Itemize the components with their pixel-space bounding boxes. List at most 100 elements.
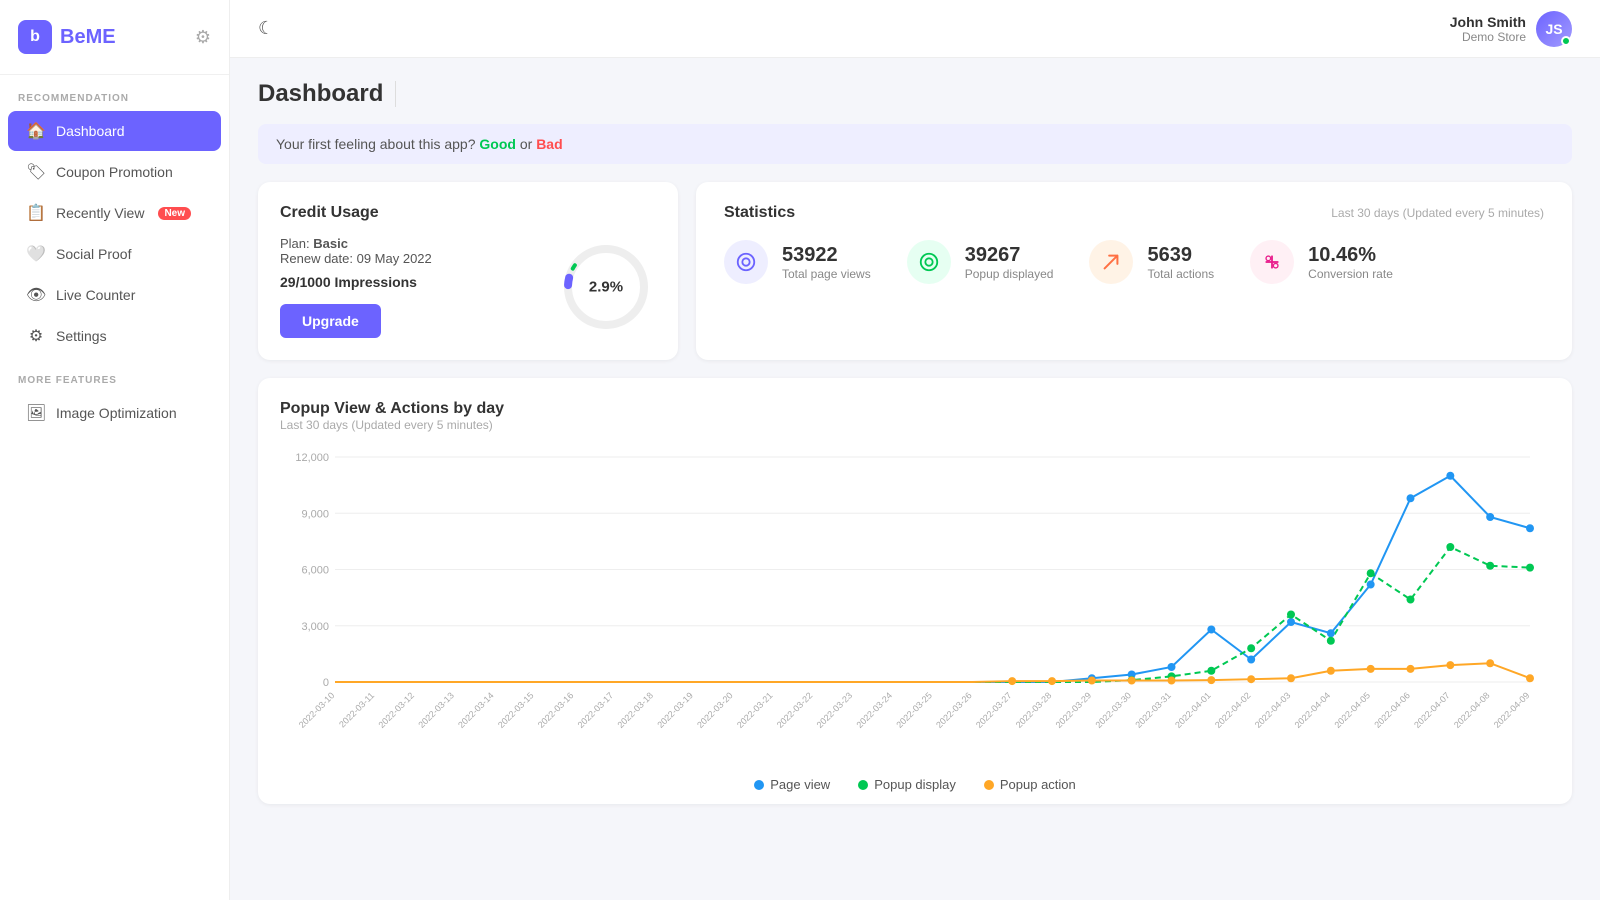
sidebar-item-label-social: Social Proof	[56, 246, 131, 262]
sidebar-item-image-opt[interactable]: 🖼Image Optimization	[8, 393, 221, 433]
sidebar-section-label: RECOMMENDATION	[0, 75, 229, 110]
svg-text:2022-03-31: 2022-03-31	[1133, 690, 1173, 730]
stats-items: 53922Total page views 39267Popup displaye…	[724, 240, 1544, 284]
legend-item-popup-action: Popup action	[984, 777, 1076, 792]
chart-legend: Page view Popup display Popup action	[280, 777, 1550, 792]
feedback-good-link[interactable]: Good	[479, 136, 516, 152]
credit-renew: Renew date: 09 May 2022	[280, 251, 540, 266]
credit-info: Plan: Basic Renew date: 09 May 2022 29/1…	[280, 236, 540, 338]
svg-text:2022-04-03: 2022-04-03	[1253, 690, 1293, 730]
stat-icon-1	[907, 240, 951, 284]
settings-icon: ⚙	[26, 326, 46, 346]
svg-text:2022-03-13: 2022-03-13	[416, 690, 456, 730]
dashboard-icon: 🏠	[26, 121, 46, 141]
legend-dot	[858, 780, 868, 790]
sidebar-item-label-recently: Recently View	[56, 205, 144, 221]
svg-text:2022-04-06: 2022-04-06	[1372, 690, 1412, 730]
svg-text:2022-03-16: 2022-03-16	[536, 690, 576, 730]
sidebar-item-settings[interactable]: ⚙ Settings	[8, 316, 221, 356]
svg-text:2022-03-23: 2022-03-23	[815, 690, 855, 730]
online-dot	[1561, 36, 1571, 46]
stat-info-1: 39267Popup displayed	[965, 244, 1054, 281]
legend-label: Popup action	[1000, 777, 1076, 792]
svg-text:2022-03-24: 2022-03-24	[854, 690, 894, 730]
stat-value-0: 53922	[782, 244, 871, 267]
donut-label: 2.9%	[589, 279, 623, 296]
stats-card: Statistics Last 30 days (Updated every 5…	[696, 182, 1572, 360]
feedback-banner: Your first feeling about this app? Good …	[258, 124, 1572, 164]
sidebar: b BeME ⚙ RECOMMENDATION 🏠 Dashboard 🏷Coupon…	[0, 0, 230, 900]
social-icon: 🤍	[26, 244, 46, 264]
sidebar-logo: b BeME ⚙	[0, 0, 229, 75]
coupon-icon: 🏷	[26, 162, 46, 182]
svg-text:2022-03-22: 2022-03-22	[775, 690, 815, 730]
logo-text: BeME	[60, 26, 116, 49]
svg-text:2022-04-09: 2022-04-09	[1492, 690, 1532, 730]
sidebar-item-dashboard[interactable]: 🏠 Dashboard	[8, 111, 221, 151]
gear-icon[interactable]: ⚙	[195, 27, 211, 48]
donut-chart: 2.9%	[556, 237, 656, 337]
svg-text:2022-03-28: 2022-03-28	[1014, 690, 1054, 730]
svg-text:2022-03-12: 2022-03-12	[376, 690, 416, 730]
stat-icon-3	[1250, 240, 1294, 284]
sidebar-item-label-dashboard: Dashboard	[56, 123, 125, 139]
upgrade-button[interactable]: Upgrade	[280, 304, 381, 338]
chart-svg: 03,0006,0009,00012,0002022-03-102022-03-…	[280, 442, 1550, 762]
user-store: Demo Store	[1450, 30, 1526, 44]
sidebar-item-label-settings: Settings	[56, 328, 107, 344]
sidebar-section-label: MORE FEATURES	[0, 357, 229, 392]
sidebar-item-recently[interactable]: 📋Recently ViewNew	[8, 193, 221, 233]
svg-text:2022-03-11: 2022-03-11	[337, 690, 376, 729]
stat-info-2: 5639Total actions	[1147, 244, 1214, 281]
user-info: John Smith Demo Store JS	[1450, 11, 1572, 47]
svg-text:12,000: 12,000	[295, 452, 329, 464]
stat-label-1: Popup displayed	[965, 267, 1054, 281]
credit-impressions: 29/1000 Impressions	[280, 274, 540, 290]
svg-text:2022-03-20: 2022-03-20	[695, 690, 735, 730]
logo-icon: b	[18, 20, 52, 54]
new-badge: New	[158, 207, 191, 220]
legend-label: Popup display	[874, 777, 956, 792]
stat-item-3: 10.46%Conversion rate	[1250, 240, 1393, 284]
svg-text:2022-03-18: 2022-03-18	[615, 690, 655, 730]
main-area: ☾ John Smith Demo Store JS Dashboard You…	[230, 0, 1600, 900]
svg-text:2022-03-17: 2022-03-17	[576, 690, 616, 730]
sidebar-item-live[interactable]: 👁 Live Counter	[8, 275, 221, 315]
legend-item-page-view: Page view	[754, 777, 830, 792]
svg-text:2022-04-01: 2022-04-01	[1173, 690, 1213, 730]
legend-dot	[754, 780, 764, 790]
feedback-or: or	[520, 136, 536, 152]
stat-item-0: 53922Total page views	[724, 240, 871, 284]
stat-item-1: 39267Popup displayed	[907, 240, 1054, 284]
svg-text:2022-03-10: 2022-03-10	[297, 690, 337, 730]
stat-item-2: 5639Total actions	[1089, 240, 1214, 284]
svg-text:2022-03-30: 2022-03-30	[1093, 690, 1133, 730]
sidebar-item-label-live: Live Counter	[56, 287, 135, 303]
stat-info-0: 53922Total page views	[782, 244, 871, 281]
svg-text:2022-04-07: 2022-04-07	[1412, 690, 1452, 730]
sidebar-item-coupon[interactable]: 🏷Coupon Promotion	[8, 152, 221, 192]
header-divider	[395, 81, 396, 107]
user-text: John Smith Demo Store	[1450, 14, 1526, 44]
sidebar-item-social[interactable]: 🤍 Social Proof	[8, 234, 221, 274]
svg-text:6,000: 6,000	[301, 565, 329, 577]
feedback-text: Your first feeling about this app?	[276, 136, 476, 152]
stat-value-3: 10.46%	[1308, 244, 1393, 267]
plan-name: Basic	[313, 236, 348, 251]
svg-text:2022-03-25: 2022-03-25	[894, 690, 934, 730]
svg-text:2022-04-05: 2022-04-05	[1332, 690, 1372, 730]
live-icon: 👁	[26, 285, 46, 305]
credit-card: Credit Usage Plan: Basic Renew date: 09 …	[258, 182, 678, 360]
feedback-bad-link[interactable]: Bad	[536, 136, 562, 152]
svg-text:0: 0	[323, 677, 329, 689]
credit-card-inner: Plan: Basic Renew date: 09 May 2022 29/1…	[280, 236, 656, 338]
svg-text:2022-04-08: 2022-04-08	[1452, 690, 1492, 730]
legend-dot	[984, 780, 994, 790]
svg-text:2022-04-02: 2022-04-02	[1213, 690, 1253, 730]
image-opt-icon: 🖼	[26, 403, 46, 423]
svg-text:2022-03-27: 2022-03-27	[974, 690, 1014, 730]
svg-text:2022-03-15: 2022-03-15	[496, 690, 536, 730]
theme-toggle[interactable]: ☾	[258, 18, 274, 39]
stat-info-3: 10.46%Conversion rate	[1308, 244, 1393, 281]
stat-icon-2	[1089, 240, 1133, 284]
